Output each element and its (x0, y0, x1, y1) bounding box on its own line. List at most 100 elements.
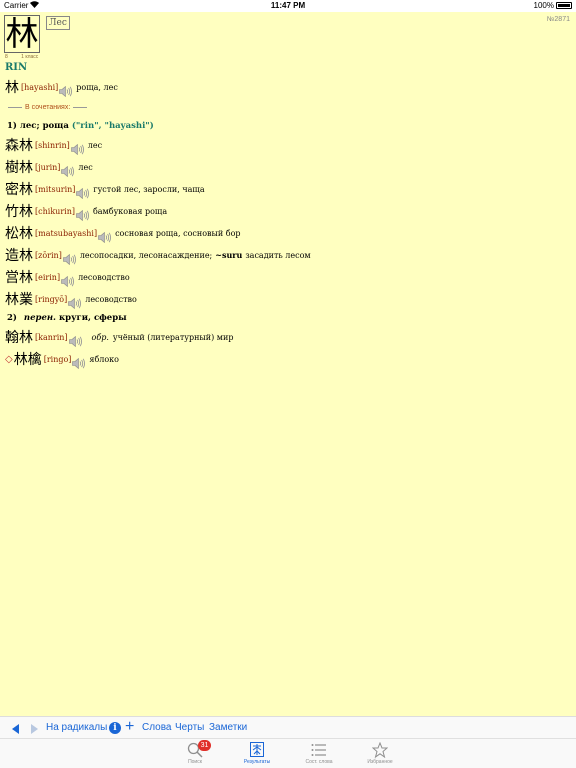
words-button[interactable]: Слова (142, 722, 172, 733)
compound-reading: [ringyō] (35, 294, 68, 304)
word-kanji[interactable]: 林 (5, 77, 19, 97)
bottom-toolbar: На радикалы i + Слова Черты Заметки (0, 716, 576, 738)
sense-abbr: перен. (23, 313, 57, 323)
speaker-icon[interactable] (98, 228, 112, 243)
compound-abbr: обр. (91, 332, 109, 342)
divider (73, 107, 88, 108)
compound-kanji[interactable]: 翰林 (5, 327, 33, 347)
speaker-icon[interactable] (59, 82, 73, 97)
results-icon (227, 741, 287, 758)
word-reading: [hayashi] (21, 82, 59, 92)
compound-translation: лес (78, 162, 93, 172)
compound-reading: [jurin] (35, 162, 61, 172)
compound-reading: [ringo] (43, 354, 72, 364)
compound-reading: [eirin] (35, 272, 61, 282)
on-reading: RIN (5, 62, 28, 73)
compound-translation: лес (87, 140, 103, 150)
compound-row: 竹林 [chikurin] бамбуковая роща (5, 201, 168, 221)
notes-button[interactable]: Заметки (209, 722, 247, 733)
tab-label: Сост. слова (305, 759, 333, 765)
tab-label: Результаты (243, 759, 271, 765)
kanji-meaning: Лес (46, 16, 70, 30)
speaker-icon[interactable] (63, 250, 77, 265)
sense-readings: ("rin", "hayashi") (71, 121, 154, 131)
back-arrow-icon[interactable] (12, 724, 19, 734)
tab-label: Избранное (367, 759, 393, 765)
compound-kanji[interactable]: 営林 (5, 267, 33, 287)
speaker-icon[interactable] (72, 354, 86, 369)
radicals-button[interactable]: На радикалы (46, 722, 107, 733)
stroke-count: 8 (5, 54, 8, 60)
sense-2: 2) перен. круги, сферы (7, 313, 127, 323)
kanji-meta: 8 1 класс (5, 54, 50, 60)
star-icon (350, 741, 410, 758)
tab-compound-words[interactable]: Сост. слова (289, 741, 349, 766)
compound-translation: бамбуковая роща (92, 206, 168, 216)
speaker-icon[interactable] (70, 140, 85, 155)
tab-favorites[interactable]: Избранное (350, 741, 410, 766)
tab-label: Поиск (188, 759, 202, 765)
diamond-icon: ◇ (5, 353, 13, 365)
strokes-button[interactable]: Черты (175, 722, 204, 733)
word-translation: роща, лес (76, 82, 118, 92)
compound-kanji[interactable]: 森林 (5, 135, 33, 155)
speaker-icon[interactable] (76, 184, 90, 199)
plus-icon[interactable]: + (125, 718, 134, 736)
compound-kanji[interactable]: 竹林 (5, 201, 33, 221)
search-icon (165, 741, 225, 758)
grade-level: 1 класс (21, 54, 39, 60)
compound-row: 松林 [matsubayashi] сосновая роща, сосновы… (5, 223, 241, 243)
compound-reading: [zōrin] (35, 250, 62, 260)
combinations-label: В сочетаниях: (25, 104, 71, 111)
compound-row: 林業 [ringyō] лесоводство (5, 289, 137, 309)
compound-suffix: ~suru (215, 250, 243, 260)
compound-kanji[interactable]: 松林 (5, 223, 33, 243)
compound-translation: яблоко (89, 354, 119, 364)
compound-kanji[interactable]: 密林 (5, 179, 33, 199)
main-word-row: 林 [hayashi] роща, лес (5, 77, 118, 97)
list-icon (289, 741, 349, 758)
tab-bar: 31 Поиск Результаты Сост. слова Избранно… (0, 738, 576, 768)
battery-percent: 100% (533, 1, 554, 10)
forward-arrow-icon[interactable] (31, 724, 38, 734)
compound-row: 森林 [shinrin] лес (5, 135, 103, 155)
sense-label: круги, сферы (58, 313, 127, 323)
speaker-icon[interactable] (76, 206, 90, 221)
sense-number: 2) (7, 313, 17, 323)
compound-row: ◇ 林檎 [ringo] яблоко (5, 349, 119, 369)
compound-kanji[interactable]: 林業 (5, 289, 33, 309)
speaker-icon[interactable] (61, 162, 75, 177)
compound-row: 造林 [zōrin] лесопосадки, лесонасаждение; … (5, 245, 311, 265)
compound-translation: сосновая роща, сосновый бор (115, 228, 241, 238)
compound-row: 営林 [eirin] лесоводство (5, 267, 130, 287)
compound-row: 翰林 [kanrin] обр. учёный (литературный) м… (5, 327, 234, 347)
search-badge: 31 (198, 740, 211, 751)
compound-translation: учёный (литературный) мир (112, 332, 234, 342)
compound-translation: лесоводство (78, 272, 130, 282)
dictionary-entry: 林 Лес 8 1 класс №2871 RIN 林 [hayashi] ро… (0, 12, 576, 716)
tab-search[interactable]: 31 Поиск (165, 740, 225, 766)
compound-translation: лесоводство (85, 294, 137, 304)
battery-icon (556, 2, 572, 9)
compound-reading: [chikurin] (35, 206, 75, 216)
tab-results[interactable]: Результаты (227, 741, 287, 766)
compound-kanji[interactable]: 樹林 (5, 157, 33, 177)
compound-kanji[interactable]: 林檎 (14, 349, 42, 369)
entry-number: №2871 (546, 16, 570, 23)
compound-translation: густой лес, заросли, чаща (93, 184, 205, 194)
speaker-icon[interactable] (61, 272, 75, 287)
combinations-header: В сочетаниях: (5, 104, 90, 111)
status-bar: Carrier 11:47 PM 100% (0, 0, 576, 12)
compound-reading: [matsubayashi] (35, 228, 98, 238)
compound-suffix-translation: засадить лесом (245, 250, 311, 260)
sense-1: 1) лес; роща ("rin", "hayashi") (7, 121, 154, 131)
compound-reading: [shinrin] (35, 140, 70, 150)
compound-reading: [mitsurin] (35, 184, 76, 194)
compound-row: 密林 [mitsurin] густой лес, заросли, чаща (5, 179, 205, 199)
kanji-character[interactable]: 林 (4, 15, 40, 53)
compound-translation: лесопосадки, лесонасаждение; (79, 250, 213, 260)
speaker-icon[interactable] (68, 294, 82, 309)
info-icon[interactable]: i (109, 722, 121, 734)
speaker-icon[interactable] (68, 332, 83, 347)
compound-kanji[interactable]: 造林 (5, 245, 33, 265)
